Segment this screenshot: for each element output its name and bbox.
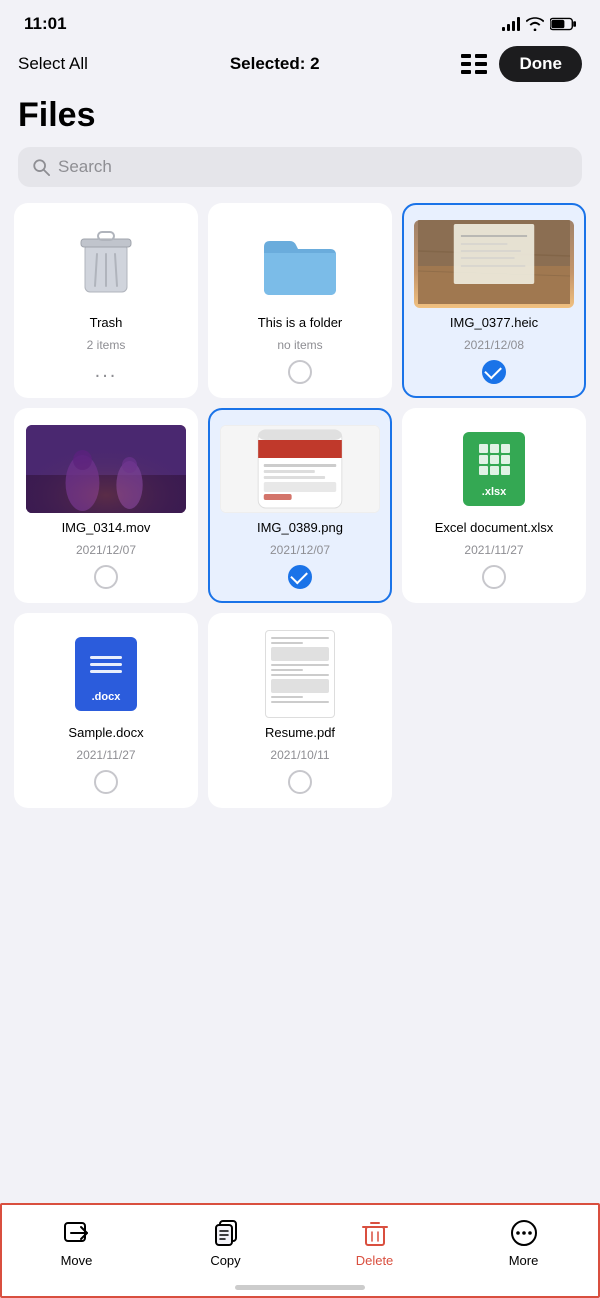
page-title: Files	[0, 92, 600, 147]
file-date-heic: 2021/12/08	[464, 338, 524, 352]
file-item-mov[interactable]: IMG_0314.mov 2021/12/07	[14, 408, 198, 603]
toolbar-right: Done	[461, 46, 582, 82]
selected-count-label: Selected: 2	[230, 54, 320, 74]
file-date-pdf: 2021/10/11	[270, 748, 329, 762]
file-meta-folder: no items	[277, 338, 322, 352]
file-icon-docx	[26, 629, 186, 719]
select-all-button[interactable]: Select All	[18, 54, 88, 74]
file-item-xlsx[interactable]: Excel document.xlsx 2021/11/27	[402, 408, 586, 603]
file-icon-folder	[220, 219, 380, 309]
status-bar: 11:01	[0, 0, 600, 40]
wifi-icon	[526, 17, 544, 31]
delete-button[interactable]: Delete	[300, 1219, 449, 1268]
file-item-heic[interactable]: IMG_0377.heic 2021/12/08	[402, 203, 586, 398]
copy-label: Copy	[210, 1253, 240, 1268]
file-name-mov: IMG_0314.mov	[62, 520, 151, 537]
file-name-heic: IMG_0377.heic	[450, 315, 538, 332]
file-icon-trash	[26, 219, 186, 309]
toolbar: Select All Selected: 2 Done	[0, 40, 600, 92]
selection-circle-png[interactable]	[288, 565, 312, 589]
copy-button[interactable]: Copy	[151, 1219, 300, 1268]
file-meta-trash: 2 items	[87, 338, 126, 352]
more-button[interactable]: More	[449, 1219, 598, 1268]
status-icons	[502, 17, 576, 31]
status-time: 11:01	[24, 14, 67, 34]
battery-icon	[550, 17, 576, 31]
home-indicator	[235, 1285, 365, 1290]
more-label: More	[509, 1253, 539, 1268]
file-name-docx: Sample.docx	[68, 725, 143, 742]
more-icon	[510, 1219, 538, 1247]
file-grid: Trash 2 items ... This is a folder no it…	[0, 203, 600, 808]
file-date-mov: 2021/12/07	[76, 543, 136, 557]
delete-icon	[361, 1219, 389, 1247]
selection-circle-heic[interactable]	[482, 360, 506, 384]
file-date-png: 2021/12/07	[270, 543, 330, 557]
move-icon	[63, 1219, 91, 1247]
selection-circle-xlsx[interactable]	[482, 565, 506, 589]
file-item-trash[interactable]: Trash 2 items ...	[14, 203, 198, 398]
file-item-folder[interactable]: This is a folder no items	[208, 203, 392, 398]
file-icon-png	[220, 424, 380, 514]
selection-circle-folder[interactable]	[288, 360, 312, 384]
file-icon-mov	[26, 424, 186, 514]
move-button[interactable]: Move	[2, 1219, 151, 1268]
delete-label: Delete	[356, 1253, 394, 1268]
search-placeholder: Search	[58, 157, 112, 177]
file-extra-trash: ...	[95, 360, 118, 383]
file-name-trash: Trash	[90, 315, 123, 332]
selection-circle-mov[interactable]	[94, 565, 118, 589]
copy-icon	[212, 1219, 240, 1247]
file-date-docx: 2021/11/27	[76, 748, 135, 762]
grid-view-button[interactable]	[461, 54, 487, 74]
selection-circle-docx[interactable]	[94, 770, 118, 794]
file-item-docx[interactable]: Sample.docx 2021/11/27	[14, 613, 198, 808]
file-name-png: IMG_0389.png	[257, 520, 343, 537]
file-item-pdf[interactable]: Resume.pdf 2021/10/11	[208, 613, 392, 808]
file-icon-xlsx	[414, 424, 574, 514]
file-date-xlsx: 2021/11/27	[464, 543, 523, 557]
action-bar: Move Copy Delete More	[0, 1203, 600, 1298]
grid-icon	[461, 54, 487, 74]
selection-circle-pdf[interactable]	[288, 770, 312, 794]
file-item-png[interactable]: IMG_0389.png 2021/12/07	[208, 408, 392, 603]
file-icon-heic	[414, 219, 574, 309]
file-name-folder: This is a folder	[258, 315, 343, 332]
search-bar[interactable]: Search	[18, 147, 582, 187]
search-icon	[32, 158, 50, 176]
signal-icon	[502, 17, 520, 31]
file-name-pdf: Resume.pdf	[265, 725, 335, 742]
move-label: Move	[61, 1253, 93, 1268]
file-icon-pdf	[220, 629, 380, 719]
file-name-xlsx: Excel document.xlsx	[435, 520, 554, 537]
done-button[interactable]: Done	[499, 46, 582, 82]
